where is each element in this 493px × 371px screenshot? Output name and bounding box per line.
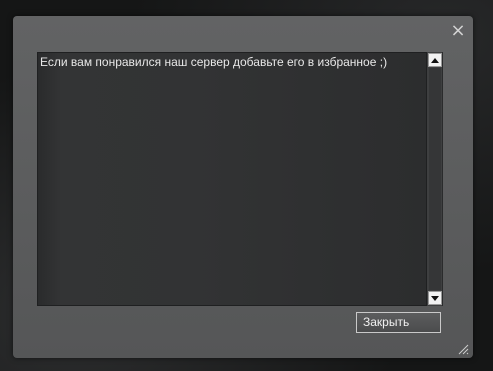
scroll-track[interactable] (429, 68, 441, 290)
resize-grip-icon[interactable] (457, 342, 469, 355)
arrow-up-icon (431, 57, 439, 63)
scroll-down-button[interactable] (428, 291, 442, 305)
vertical-scrollbar[interactable] (427, 52, 443, 306)
message-text-area[interactable]: Если вам понравился наш сервер добавьте … (37, 52, 427, 306)
close-icon[interactable]: × (449, 22, 467, 40)
close-button[interactable]: Закрыть (356, 312, 441, 333)
arrow-down-icon (431, 295, 439, 301)
message-text: Если вам понравился наш сервер добавьте … (40, 55, 388, 69)
scroll-up-button[interactable] (428, 53, 442, 67)
message-dialog: × Если вам понравился наш сервер добавьт… (13, 16, 473, 358)
